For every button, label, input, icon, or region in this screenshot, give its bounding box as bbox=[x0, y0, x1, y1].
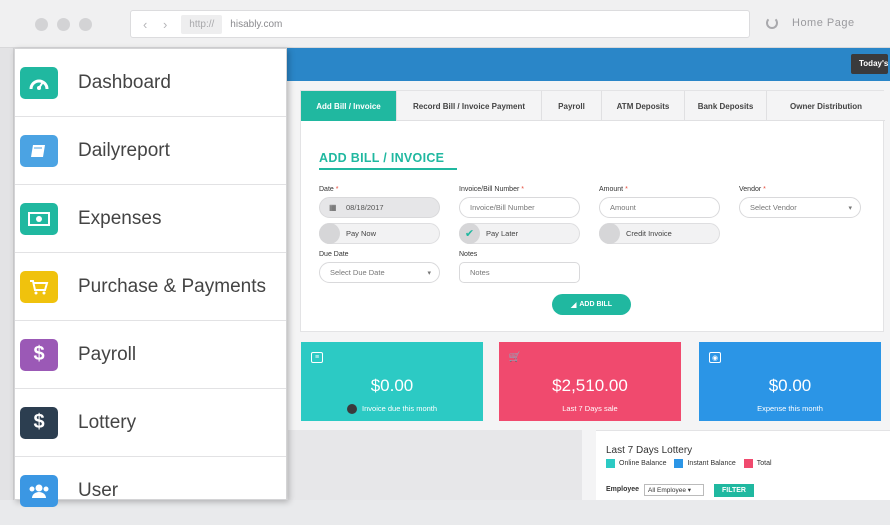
legend-label: Online Balance bbox=[619, 460, 667, 467]
invoice-number-input[interactable]: Invoice/Bill Number bbox=[459, 197, 580, 218]
menu-item-user[interactable]: User bbox=[15, 457, 286, 525]
menu-item-dailyreport[interactable]: Dailyreport bbox=[15, 117, 286, 185]
reload-icon[interactable] bbox=[766, 17, 778, 29]
window-minimize-dot[interactable] bbox=[57, 18, 70, 31]
invoice-due-tile: ≡ $0.00 Invoice due this month bbox=[301, 342, 483, 421]
bullhorn-icon: ◢ bbox=[570, 301, 577, 309]
filter-button[interactable]: FILTER bbox=[714, 484, 754, 497]
dashboard-gauge-icon bbox=[20, 66, 58, 99]
browser-window: ‹ › http:// hisably.com Home Page Today'… bbox=[0, 0, 890, 507]
dollar-icon: $ bbox=[20, 338, 58, 371]
stat-value: $2,510.00 bbox=[552, 376, 628, 395]
home-page-link[interactable]: Home Page bbox=[792, 17, 855, 29]
due-date-label: Due Date bbox=[319, 251, 349, 258]
add-bill-button[interactable]: ◢ ADD BILL bbox=[552, 294, 631, 315]
stat-caption: Invoice due this month bbox=[301, 404, 483, 415]
amount-label: Amount * bbox=[599, 186, 628, 193]
side-menu-popup: Dashboard Dailyreport Expenses Purchase … bbox=[14, 48, 287, 507]
window-maximize-dot[interactable] bbox=[79, 18, 92, 31]
url-protocol: http:// bbox=[181, 14, 223, 34]
browser-toolbar: ‹ › http:// hisably.com Home Page bbox=[0, 0, 890, 48]
invoice-number-label: Invoice/Bill Number * bbox=[459, 186, 524, 193]
menu-item-expenses[interactable]: Expenses bbox=[15, 185, 286, 253]
cart-icon: 🛒 bbox=[508, 352, 522, 363]
vendor-select[interactable]: Select Vendor ▾ bbox=[739, 197, 861, 218]
sidebar-edge bbox=[0, 48, 14, 500]
legend-swatch bbox=[606, 459, 615, 468]
pay-now-toggle[interactable]: Pay Now bbox=[319, 223, 440, 244]
tab-bank-deposits[interactable]: Bank Deposits bbox=[685, 91, 767, 121]
legend-swatch bbox=[743, 459, 753, 468]
notes-label: Notes bbox=[459, 251, 478, 258]
stat-value: $0.00 bbox=[370, 376, 414, 395]
stat-caption: Last 7 Days sale bbox=[562, 404, 618, 413]
book-icon bbox=[20, 134, 58, 167]
date-field[interactable]: ▦ 08/18/2017 bbox=[319, 197, 440, 218]
last-7-days-sale-tile: 🛒 $2,510.00 Last 7 Days sale bbox=[499, 342, 681, 421]
lottery-title: Last 7 Days Lottery bbox=[606, 445, 693, 456]
form-title-underline bbox=[319, 168, 457, 170]
tab-payroll[interactable]: Payroll bbox=[542, 91, 602, 121]
tab-record-payment[interactable]: Record Bill / Invoice Payment bbox=[397, 91, 542, 121]
lottery-legend: Online Balance Instant Balance Total bbox=[606, 459, 772, 468]
stat-caption: Expense this month bbox=[757, 404, 823, 413]
menu-item-lottery[interactable]: $ Lottery bbox=[15, 389, 286, 457]
document-icon: ≡ bbox=[311, 352, 323, 363]
todays-button[interactable]: Today's bbox=[851, 54, 888, 74]
tab-owner-distribution[interactable]: Owner Distribution bbox=[767, 91, 885, 121]
check-icon: ✔ bbox=[459, 223, 480, 244]
back-forward-icon[interactable]: ‹ › bbox=[131, 17, 173, 32]
legend-label: Total bbox=[756, 460, 772, 467]
toggle-knob bbox=[599, 223, 620, 244]
stat-value: $0.00 bbox=[768, 376, 812, 395]
chart-panel-left bbox=[288, 430, 582, 500]
lottery-panel: Last 7 Days Lottery Online Balance Insta… bbox=[596, 430, 890, 500]
menu-item-payroll[interactable]: $ Payroll bbox=[15, 321, 286, 389]
pay-later-toggle[interactable]: ✔ Pay Later bbox=[459, 223, 580, 244]
notes-textarea[interactable]: Notes bbox=[459, 262, 580, 283]
chevron-down-icon: ▾ bbox=[427, 269, 431, 277]
dollar-icon: $ bbox=[20, 406, 58, 439]
employee-select[interactable]: All Employee ▾ bbox=[644, 484, 704, 496]
url-text[interactable]: hisably.com bbox=[230, 19, 282, 30]
form-title: ADD BILL / INVOICE bbox=[319, 151, 445, 165]
calendar-icon: ▦ bbox=[329, 203, 337, 212]
menu-item-purchase-payments[interactable]: Purchase & Payments bbox=[15, 253, 286, 321]
money-bill-icon bbox=[20, 202, 58, 235]
vendor-label: Vendor * bbox=[739, 186, 766, 193]
legend-label: Instant Balance bbox=[687, 460, 736, 467]
address-bar[interactable]: ‹ › http:// hisably.com bbox=[130, 10, 750, 38]
add-bill-card: Add Bill / Invoice Record Bill / Invoice… bbox=[300, 90, 885, 332]
tab-atm-deposits[interactable]: ATM Deposits bbox=[602, 91, 685, 121]
due-date-select[interactable]: Select Due Date ▾ bbox=[319, 262, 440, 283]
credit-invoice-toggle[interactable]: Credit Invoice bbox=[599, 223, 720, 244]
users-icon bbox=[20, 475, 58, 507]
chevron-down-icon: ▾ bbox=[848, 204, 852, 212]
window-close-dot[interactable] bbox=[35, 18, 48, 31]
info-icon bbox=[346, 404, 357, 415]
tab-bar: Add Bill / Invoice Record Bill / Invoice… bbox=[301, 91, 885, 121]
menu-item-dashboard[interactable]: Dashboard bbox=[15, 49, 286, 117]
expense-tile: ◉ $0.00 Expense this month bbox=[699, 342, 881, 421]
tab-add-bill[interactable]: Add Bill / Invoice bbox=[301, 91, 397, 121]
employee-label: Employee bbox=[606, 486, 640, 493]
cart-icon bbox=[20, 270, 58, 303]
date-label: Date * bbox=[319, 186, 339, 193]
amount-input[interactable]: Amount bbox=[599, 197, 720, 218]
money-bill-icon: ◉ bbox=[709, 352, 721, 363]
legend-swatch bbox=[674, 459, 684, 468]
toggle-knob bbox=[319, 223, 340, 244]
